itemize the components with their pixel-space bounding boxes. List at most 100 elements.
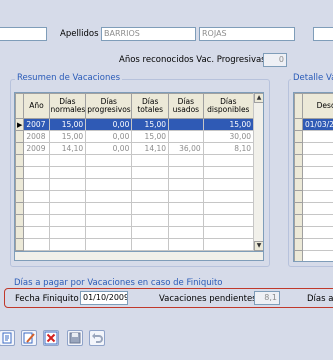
table-cell-normales[interactable] [48, 238, 87, 251]
col-anio[interactable]: Año [23, 93, 50, 119]
table-cell-desde[interactable]: 01/03/200 [302, 118, 333, 131]
table-cell-normales[interactable] [48, 226, 87, 239]
table-cell-desde[interactable] [302, 190, 333, 203]
table-cell-usados[interactable] [168, 226, 204, 239]
table-row[interactable] [15, 166, 255, 179]
row-selector[interactable] [294, 178, 303, 191]
row-selector[interactable] [15, 190, 25, 203]
row-selector[interactable] [15, 154, 25, 167]
row-selector[interactable] [294, 190, 303, 203]
table-cell-disponibles[interactable] [202, 226, 255, 239]
resumen-vertical-scrollbar[interactable]: ▲ ▼ [253, 93, 263, 251]
col-dias-totales[interactable]: Días totales [131, 93, 170, 119]
table-row[interactable]: ▶ 2007 15,00 0,00 15,00 15,00 [15, 118, 255, 131]
row-selector[interactable] [15, 214, 25, 227]
table-cell-disponibles[interactable] [202, 214, 255, 227]
row-selector[interactable] [294, 118, 303, 131]
table-cell-progresivos[interactable] [85, 226, 133, 239]
table-cell-anio[interactable]: 2009 [23, 142, 50, 155]
table-row[interactable] [294, 238, 333, 251]
table-cell-normales[interactable]: 14,10 [48, 142, 87, 155]
table-row[interactable] [15, 154, 255, 167]
table-cell-totales[interactable] [131, 226, 170, 239]
table-cell-disponibles[interactable] [202, 190, 255, 203]
table-cell-desde[interactable] [302, 130, 333, 143]
table-row[interactable] [294, 202, 333, 215]
table-cell-totales[interactable]: 14,10 [131, 142, 170, 155]
table-row[interactable] [15, 238, 255, 251]
table-cell-disponibles[interactable]: 30,00 [202, 130, 255, 143]
col-dias-usados[interactable]: Días usados [168, 93, 204, 119]
table-cell-usados[interactable] [168, 166, 204, 179]
table-cell-desde[interactable] [302, 154, 333, 167]
table-row[interactable] [15, 178, 255, 191]
table-cell-disponibles[interactable] [202, 202, 255, 215]
row-selector[interactable] [15, 226, 25, 239]
save-button[interactable] [67, 330, 83, 346]
table-cell-anio[interactable] [23, 202, 50, 215]
row-selector[interactable] [294, 250, 303, 261]
table-cell-progresivos[interactable] [85, 238, 133, 251]
current-row-arrow-icon[interactable]: ▶ [15, 118, 25, 131]
resumen-horizontal-scrollbar[interactable] [14, 251, 264, 261]
undo-button[interactable] [89, 330, 105, 346]
table-cell-normales[interactable] [48, 202, 87, 215]
col-dias-disponibles[interactable]: Días disponibles [202, 93, 255, 119]
table-row[interactable] [15, 190, 255, 203]
table-cell-anio[interactable] [23, 226, 50, 239]
table-cell-usados[interactable] [168, 190, 204, 203]
delete-button[interactable] [43, 330, 59, 346]
table-cell-anio[interactable]: 2007 [23, 118, 50, 131]
table-cell-totales[interactable] [131, 202, 170, 215]
table-cell-desde[interactable] [302, 142, 333, 155]
table-cell-desde[interactable] [302, 178, 333, 191]
table-cell-progresivos[interactable]: 0,00 [85, 142, 133, 155]
top-right-field[interactable] [313, 27, 333, 41]
table-cell-progresivos[interactable] [85, 214, 133, 227]
table-cell-normales[interactable] [48, 214, 87, 227]
table-row[interactable] [15, 226, 255, 239]
row-selector[interactable] [294, 166, 303, 179]
table-cell-progresivos[interactable] [85, 154, 133, 167]
table-row[interactable] [15, 214, 255, 227]
resumen-grid[interactable]: Año Días normales Días progresivos Días … [14, 92, 264, 252]
table-row[interactable] [294, 214, 333, 227]
table-cell-anio[interactable] [23, 154, 50, 167]
table-cell-usados[interactable] [168, 238, 204, 251]
table-cell-desde[interactable] [302, 238, 333, 251]
table-cell-progresivos[interactable] [85, 202, 133, 215]
table-cell-progresivos[interactable] [85, 166, 133, 179]
row-selector[interactable] [294, 130, 303, 143]
new-document-button[interactable] [0, 330, 15, 346]
table-cell-progresivos[interactable] [85, 190, 133, 203]
table-row[interactable] [294, 250, 333, 261]
table-cell-anio[interactable] [23, 190, 50, 203]
table-cell-usados[interactable] [168, 154, 204, 167]
table-cell-totales[interactable] [131, 154, 170, 167]
table-cell-desde[interactable] [302, 166, 333, 179]
table-cell-usados[interactable] [168, 130, 204, 143]
table-cell-normales[interactable]: 15,00 [48, 118, 87, 131]
table-row[interactable] [294, 130, 333, 143]
table-row[interactable]: 2008 15,00 0,00 15,00 30,00 [15, 130, 255, 143]
table-cell-progresivos[interactable]: 0,00 [85, 130, 133, 143]
table-row[interactable] [15, 202, 255, 215]
table-cell-disponibles[interactable] [202, 166, 255, 179]
vacaciones-pendientes-field[interactable]: 8,1 [254, 291, 280, 305]
table-row[interactable]: 2009 14,10 0,00 14,10 36,00 8,10 [15, 142, 255, 155]
table-cell-usados[interactable]: 36,00 [168, 142, 204, 155]
table-cell-totales[interactable] [131, 238, 170, 251]
table-cell-desde[interactable] [302, 214, 333, 227]
table-cell-usados[interactable] [168, 202, 204, 215]
row-selector[interactable] [294, 226, 303, 239]
table-cell-totales[interactable]: 15,00 [131, 130, 170, 143]
table-cell-usados[interactable] [168, 178, 204, 191]
table-cell-totales[interactable]: 15,00 [131, 118, 170, 131]
table-row[interactable] [294, 226, 333, 239]
table-cell-anio[interactable] [23, 166, 50, 179]
fecha-finiquito-field[interactable]: 01/10/2009 [80, 291, 128, 305]
apellido-paterno-field[interactable]: BARRIOS [101, 27, 196, 41]
col-dias-progresivos[interactable]: Días progresivos [85, 93, 133, 119]
table-cell-totales[interactable] [131, 178, 170, 191]
table-cell-anio[interactable] [23, 214, 50, 227]
